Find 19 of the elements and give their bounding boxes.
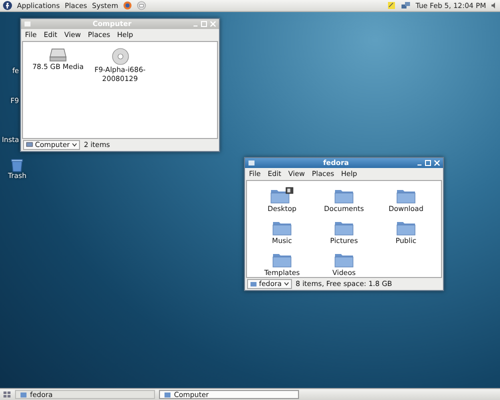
drive-icon[interactable] [49, 48, 67, 62]
network-icon[interactable] [400, 1, 411, 10]
maximize-icon[interactable] [425, 160, 431, 166]
fedora-logo-icon[interactable] [3, 1, 12, 10]
folder-icon [250, 281, 257, 287]
caret-icon [284, 282, 289, 286]
window-icon [164, 392, 171, 398]
computer-icon [26, 142, 33, 148]
folder-icon[interactable] [270, 187, 294, 204]
close-icon[interactable] [434, 160, 440, 166]
window-icon [20, 392, 27, 398]
volume-icon[interactable] [491, 1, 497, 10]
caret-icon [72, 143, 77, 147]
disc-icon[interactable] [112, 48, 128, 65]
show-desktop-icon[interactable] [3, 391, 11, 398]
window-menu-icon[interactable] [248, 160, 255, 166]
browser-icon[interactable] [123, 1, 132, 10]
trash-icon [10, 158, 24, 172]
notes-icon[interactable] [386, 1, 396, 10]
